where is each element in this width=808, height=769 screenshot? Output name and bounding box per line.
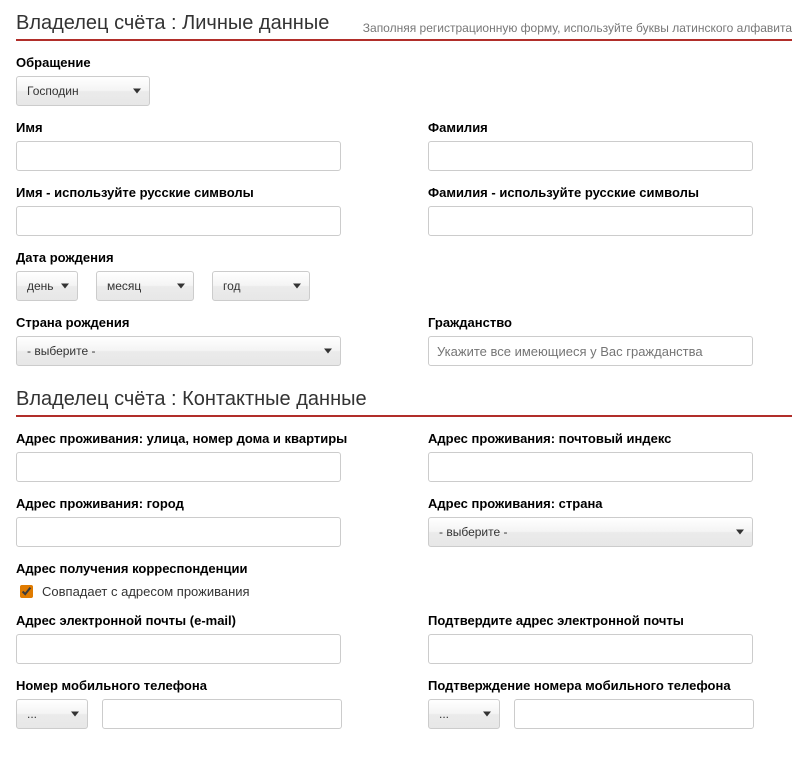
last-name-input[interactable] xyxy=(428,141,753,171)
section-personal-hint: Заполняя регистрационную форму, использу… xyxy=(363,21,792,35)
corr-same-row[interactable]: Совпадает с адресом проживания xyxy=(16,582,792,601)
dob-year-value: год xyxy=(223,279,241,293)
mobile-confirm-code-value: ... xyxy=(439,707,449,721)
mobile-confirm-label: Подтверждение номера мобильного телефона xyxy=(428,678,792,693)
last-name-label: Фамилия xyxy=(428,120,792,135)
chevron-down-icon xyxy=(736,530,744,535)
salutation-select[interactable]: Господин xyxy=(16,76,150,106)
mobile-confirm-number-input[interactable] xyxy=(514,699,754,729)
dob-year-select[interactable]: год xyxy=(212,271,310,301)
addr-city-input[interactable] xyxy=(16,517,341,547)
addr-city-label: Адрес проживания: город xyxy=(16,496,380,511)
corr-addr-label: Адрес получения корреспонденции xyxy=(16,561,792,576)
first-name-ru-input[interactable] xyxy=(16,206,341,236)
dob-label: Дата рождения xyxy=(16,250,380,265)
email-label: Адрес электронной почты (e-mail) xyxy=(16,613,380,628)
dob-month-value: месяц xyxy=(107,279,141,293)
mobile-code-value: ... xyxy=(27,707,37,721)
section-personal-header: Владелец счёта : Личные данные Заполняя … xyxy=(16,12,792,41)
last-name-ru-label: Фамилия - используйте русские символы xyxy=(428,185,792,200)
email-confirm-input[interactable] xyxy=(428,634,753,664)
mobile-label: Номер мобильного телефона xyxy=(16,678,380,693)
addr-country-label: Адрес проживания: страна xyxy=(428,496,792,511)
addr-country-value: - выберите - xyxy=(439,525,507,539)
chevron-down-icon xyxy=(71,712,79,717)
last-name-ru-input[interactable] xyxy=(428,206,753,236)
chevron-down-icon xyxy=(293,284,301,289)
dob-day-select[interactable]: день xyxy=(16,271,78,301)
dob-month-select[interactable]: месяц xyxy=(96,271,194,301)
birth-country-value: - выберите - xyxy=(27,344,95,358)
birth-country-select[interactable]: - выберите - xyxy=(16,336,341,366)
addr-zip-input[interactable] xyxy=(428,452,753,482)
mobile-number-input[interactable] xyxy=(102,699,342,729)
email-input[interactable] xyxy=(16,634,341,664)
chevron-down-icon xyxy=(483,712,491,717)
section-contact-title: Владелец счёта : Контактные данные xyxy=(16,388,367,411)
dob-day-value: день xyxy=(27,279,54,293)
chevron-down-icon xyxy=(177,284,185,289)
chevron-down-icon xyxy=(324,349,332,354)
corr-same-checkbox[interactable] xyxy=(20,585,33,598)
first-name-ru-label: Имя - используйте русские символы xyxy=(16,185,380,200)
mobile-code-select[interactable]: ... xyxy=(16,699,88,729)
addr-street-input[interactable] xyxy=(16,452,341,482)
section-contact-header: Владелец счёта : Контактные данные xyxy=(16,388,792,417)
chevron-down-icon xyxy=(61,284,69,289)
chevron-down-icon xyxy=(133,89,141,94)
mobile-confirm-code-select[interactable]: ... xyxy=(428,699,500,729)
salutation-value: Господин xyxy=(27,84,79,98)
email-confirm-label: Подтвердите адрес электронной почты xyxy=(428,613,792,628)
birth-country-label: Страна рождения xyxy=(16,315,380,330)
salutation-label: Обращение xyxy=(16,55,380,70)
first-name-label: Имя xyxy=(16,120,380,135)
section-personal-title: Владелец счёта : Личные данные xyxy=(16,12,329,35)
citizenship-input[interactable] xyxy=(428,336,753,366)
citizenship-label: Гражданство xyxy=(428,315,792,330)
first-name-input[interactable] xyxy=(16,141,341,171)
addr-country-select[interactable]: - выберите - xyxy=(428,517,753,547)
corr-same-label: Совпадает с адресом проживания xyxy=(42,584,250,599)
addr-street-label: Адрес проживания: улица, номер дома и кв… xyxy=(16,431,380,446)
addr-zip-label: Адрес проживания: почтовый индекс xyxy=(428,431,792,446)
